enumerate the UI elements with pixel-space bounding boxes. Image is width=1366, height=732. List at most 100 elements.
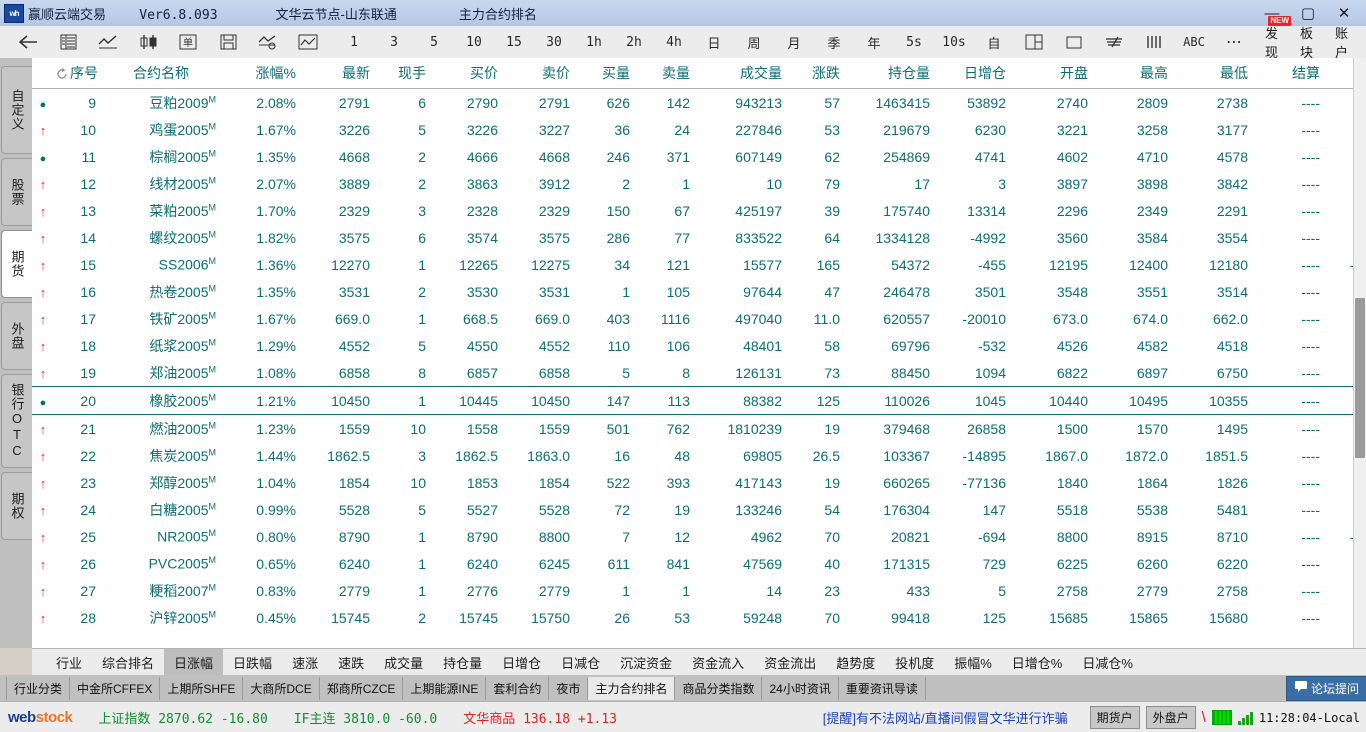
table-row[interactable]: ↑23郑醇2005M1.04%1854101853185452239341714… [32,469,1366,496]
refresh-icon[interactable] [56,67,68,83]
subtab-0[interactable]: 行业 [46,649,92,676]
period-year[interactable]: 年 [856,28,892,56]
candle-icon[interactable] [130,28,166,56]
contract-name[interactable]: 焦炭2005M [104,442,228,469]
table-row[interactable]: ↑25NR2005M0.80%8790187908800712496270208… [32,523,1366,550]
period-day[interactable]: 日 [696,28,732,56]
contract-name[interactable]: 粳稻2007M [104,577,228,604]
table-row[interactable]: ↑24白糖2005M0.99%5528555275528721913324654… [32,496,1366,523]
sidebar-item-futures[interactable]: 期货 [1,230,32,298]
col-contract-name[interactable]: 合约名称 [104,58,228,89]
period-week[interactable]: 周 [736,28,772,56]
forum-button[interactable]: 论坛提问 [1286,676,1366,701]
table-row[interactable]: ↑28沪锌2005M0.45%1574521574515750265359248… [32,604,1366,631]
sidebar-item-stocks[interactable]: 股票 [1,158,32,226]
line-chart-icon[interactable] [90,28,126,56]
index-shanghai[interactable]: 上证指数 2870.62 -16.80 [98,708,267,727]
more-button[interactable]: ⋯ [1216,28,1252,56]
period-10[interactable]: 10 [456,28,492,56]
period-3[interactable]: 3 [376,28,412,56]
col-bid[interactable]: 买价 [434,58,506,89]
col-index[interactable]: 序号 [54,58,104,89]
subtab-16[interactable]: 日增仓% [1002,649,1073,676]
subtab-11[interactable]: 资金流入 [682,649,754,676]
layout-split-icon[interactable] [1016,28,1052,56]
layers-icon[interactable] [1096,28,1132,56]
market-tab-5[interactable]: 上期能源INE [403,677,486,700]
period-30[interactable]: 30 [536,28,572,56]
market-tab-7[interactable]: 夜市 [549,677,588,700]
table-row[interactable]: ●11棕榈2005M1.35%4668246664668246371607149… [32,143,1366,170]
contract-name[interactable]: NR2005M [104,523,228,550]
contract-name[interactable]: 郑油2005M [104,359,228,387]
market-tab-11[interactable]: 重要资讯导读 [839,677,926,700]
subtab-17[interactable]: 日减仓% [1072,649,1143,676]
period-15[interactable]: 15 [496,28,532,56]
table-row[interactable]: ↑10鸡蛋2005M1.67%3226532263227362422784653… [32,116,1366,143]
table-row[interactable]: ●20橡胶2005M1.21%1045011044510450147113883… [32,387,1366,415]
market-tab-1[interactable]: 中金所CFFEX [70,677,160,700]
bars-icon[interactable] [1136,28,1172,56]
subtab-10[interactable]: 沉淀资金 [610,649,682,676]
subtab-1[interactable]: 综合排名 [92,649,164,676]
subtab-7[interactable]: 持仓量 [433,649,492,676]
sidebar-item-bank-otc[interactable]: 银行OTC [1,374,32,468]
col-low[interactable]: 最低 [1176,58,1256,89]
scrollbar-thumb[interactable] [1355,298,1365,458]
contract-name[interactable]: 热卷2005M [104,278,228,305]
market-tab-0[interactable]: 行业分类 [6,677,70,700]
contract-name[interactable]: 沪锌2005M [104,604,228,631]
subtab-4[interactable]: 速涨 [282,649,328,676]
subtab-3[interactable]: 日跌幅 [223,649,282,676]
market-tab-2[interactable]: 上期所SHFE [160,677,243,700]
table-row[interactable]: ↑16热卷2005M1.35%3531235303531110597644472… [32,278,1366,305]
period-10s[interactable]: 10s [936,28,972,56]
contract-name[interactable]: 燃油2005M [104,415,228,443]
contract-name[interactable]: 纸浆2005M [104,332,228,359]
single-chart-icon[interactable]: 单 [170,28,206,56]
contract-name[interactable]: 铁矿2005M [104,305,228,332]
market-tab-3[interactable]: 大商所DCE [243,677,319,700]
save-icon[interactable] [210,28,246,56]
period-1h[interactable]: 1h [576,28,612,56]
contract-name[interactable]: SS2006M [104,251,228,278]
col-settlement[interactable]: 结算 [1256,58,1328,89]
col-ask[interactable]: 卖价 [506,58,578,89]
sidebar-item-custom[interactable]: 自定义 [1,66,32,154]
col-high[interactable]: 最高 [1096,58,1176,89]
subtab-15[interactable]: 振幅% [944,649,1002,676]
overseas-account-button[interactable]: 外盘户 [1146,706,1196,729]
col-hand[interactable]: 现手 [378,58,434,89]
menu-news[interactable]: 资讯 [1359,23,1366,61]
market-tab-4[interactable]: 郑商所CZCE [320,677,404,700]
index-if-main[interactable]: IF主连 3810.0 -60.0 [294,708,437,727]
subtab-14[interactable]: 投机度 [885,649,944,676]
col-daily-oi-change[interactable]: 日增仓 [938,58,1014,89]
subtab-5[interactable]: 速跌 [328,649,374,676]
contract-name[interactable]: 白糖2005M [104,496,228,523]
subtab-2[interactable]: 日涨幅 [164,649,223,676]
period-4h[interactable]: 4h [656,28,692,56]
period-5[interactable]: 5 [416,28,452,56]
chart-box-icon[interactable] [290,28,326,56]
vertical-scrollbar[interactable] [1353,58,1366,648]
col-volume[interactable]: 成交量 [698,58,790,89]
layout-single-icon[interactable] [1056,28,1092,56]
contract-name[interactable]: PVC2005M [104,550,228,577]
menu-discover[interactable]: 发现 NEW [1254,23,1289,61]
period-1[interactable]: 1 [336,28,372,56]
subtab-9[interactable]: 日减仓 [551,649,610,676]
col-last[interactable]: 最新 [304,58,378,89]
subtab-6[interactable]: 成交量 [374,649,433,676]
table-row[interactable]: ↑18纸浆2005M1.29%4552545504552110106484015… [32,332,1366,359]
list-icon[interactable] [50,28,86,56]
sidebar-item-options[interactable]: 期权 [1,472,32,540]
contract-name[interactable]: 螺纹2005M [104,224,228,251]
market-tab-8[interactable]: 主力合约排名 [588,677,675,700]
table-row[interactable]: ↑22焦炭2005M1.44%1862.531862.51863.0164869… [32,442,1366,469]
index-wenhua-commodity[interactable]: 文华商品 136.18 +1.13 [463,708,617,727]
col-bid-volume[interactable]: 买量 [578,58,638,89]
col-change-pct[interactable]: 涨幅% [228,58,304,89]
contract-name[interactable]: 豆粕2009M [104,89,228,117]
period-5s[interactable]: 5s [896,28,932,56]
